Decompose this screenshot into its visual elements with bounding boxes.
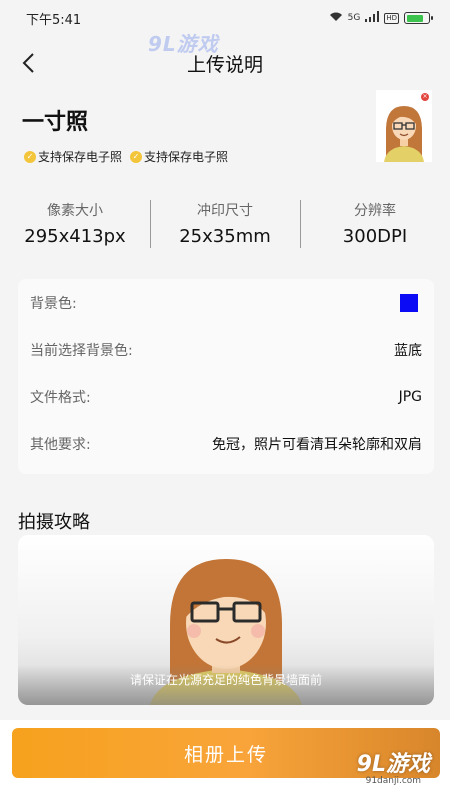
spec-value: 25x35mm xyxy=(179,226,271,247)
network-label: 5G xyxy=(347,13,361,23)
info-row-bg-color: 背景色: xyxy=(30,279,422,326)
spec-value: 300DPI xyxy=(342,226,408,247)
info-value: JPG xyxy=(398,388,422,405)
signal-icon xyxy=(365,11,380,25)
photo-type-title: 一寸照 xyxy=(22,110,89,135)
battery-level xyxy=(406,14,424,22)
chevron-left-icon xyxy=(22,53,34,73)
requirements-card: 背景色: 当前选择背景色: 蓝底 文件格式: JPG 其他要求: 免冠，照片可看… xyxy=(18,279,434,474)
section-title-guide: 拍摄攻略 xyxy=(18,512,90,533)
feature-tag-label: 支持保存电子照 xyxy=(144,150,229,164)
spec-label: 像素大小 xyxy=(47,203,103,219)
status-icons: 5G HD xyxy=(329,11,433,25)
battery-icon xyxy=(404,12,433,24)
back-button[interactable] xyxy=(14,49,42,77)
spec-label: 分辨率 xyxy=(354,203,396,219)
info-label: 其他要求: xyxy=(30,436,91,453)
spec-print-size: 冲印尺寸 25x35mm xyxy=(150,198,300,254)
info-label: 文件格式: xyxy=(30,389,91,406)
main-content: 一寸照 ✓ 支持保存电子照 ✓ 支持保存电子照 × 像素大小 295x413px… xyxy=(0,90,450,720)
spec-value: 295x413px xyxy=(24,226,126,247)
photo-specs: 像素大小 295x413px 冲印尺寸 25x35mm 分辨率 300DPI xyxy=(0,198,450,254)
check-circle-icon: ✓ xyxy=(130,150,143,163)
spec-label: 冲印尺寸 xyxy=(197,203,253,219)
spec-pixel-size: 像素大小 295x413px xyxy=(0,198,150,254)
bottom-action-bar: 相册上传 9L游戏 91danji.com xyxy=(0,720,450,800)
status-bar: 下午5:41 5G HD xyxy=(0,0,450,36)
watermark-brand: 9L游戏 xyxy=(356,752,430,777)
feature-tag: ✓ 支持保存电子照 xyxy=(24,148,122,165)
info-row-other: 其他要求: 免冠，照片可看清耳朵轮廓和双肩 xyxy=(30,420,422,467)
sample-photo-thumbnail[interactable]: × xyxy=(376,90,432,162)
info-value: 蓝底 xyxy=(394,342,422,359)
guide-card: 请保证在光源充足的纯色背景墙面前 xyxy=(18,535,434,705)
info-label: 当前选择背景色: xyxy=(30,342,133,359)
feature-tag-label: 支持保存电子照 xyxy=(38,150,123,164)
hd-badge: HD xyxy=(384,12,399,24)
feature-tags: ✓ 支持保存电子照 ✓ 支持保存电子照 xyxy=(24,148,228,165)
watermark-url: 91danji.com xyxy=(365,776,422,786)
info-row-selected-bg: 当前选择背景色: 蓝底 xyxy=(30,326,422,373)
status-time: 下午5:41 xyxy=(26,12,82,28)
feature-tag: ✓ 支持保存电子照 xyxy=(130,148,228,165)
nav-bar: 上传说明 xyxy=(0,36,450,90)
color-swatch xyxy=(400,293,418,312)
guide-caption: 请保证在光源充足的纯色背景墙面前 xyxy=(18,665,434,705)
spec-resolution: 分辨率 300DPI xyxy=(300,198,450,254)
info-label: 背景色: xyxy=(30,295,77,312)
info-row-format: 文件格式: JPG xyxy=(30,373,422,420)
info-value: 免冠，照片可看清耳朵轮廓和双肩 xyxy=(212,436,422,453)
close-icon[interactable]: × xyxy=(421,93,429,101)
check-circle-icon: ✓ xyxy=(24,150,36,163)
watermark-logo-top: 9L游戏 xyxy=(148,32,219,56)
watermark-logo-bottom: 9L游戏 91danji.com xyxy=(357,746,430,786)
wifi-icon xyxy=(329,11,343,25)
